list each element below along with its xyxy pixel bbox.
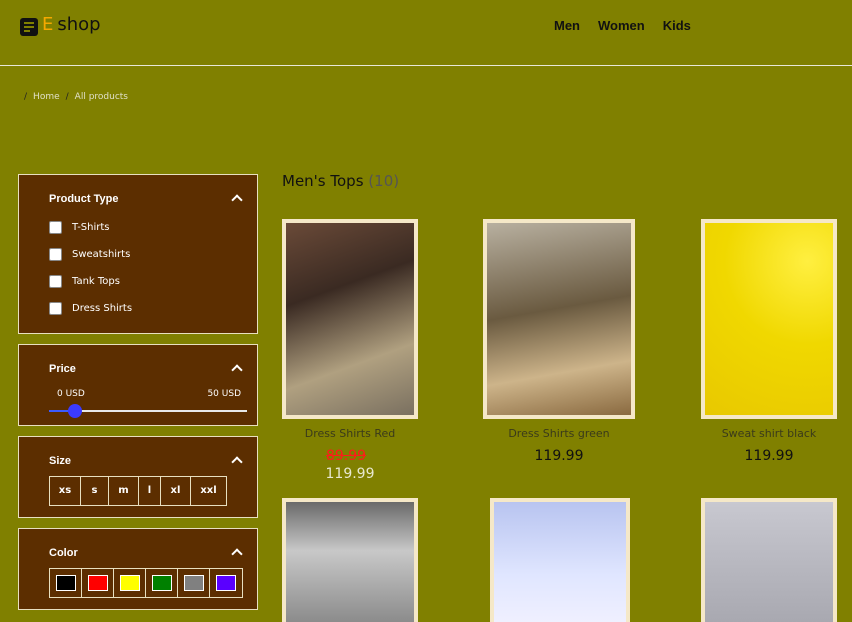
filter-title: Price	[49, 363, 76, 375]
filter-product-type: Product Type T-Shirts Sweatshirts Tank T…	[18, 174, 258, 334]
product-sale-price: 89.99	[325, 448, 367, 464]
size-options: xs s m l xl xxl	[49, 476, 227, 506]
price-range-labels: 0 USD 50 USD	[57, 389, 241, 399]
product-photo	[286, 502, 414, 622]
size-option-xxl[interactable]: xxl	[191, 477, 226, 505]
product-photo	[494, 502, 626, 622]
checkbox-label: Tank Tops	[72, 276, 120, 287]
checkbox-row[interactable]: T-Shirts	[49, 221, 110, 234]
price-slider-thumb[interactable]	[67, 404, 82, 418]
checkbox[interactable]	[49, 275, 62, 288]
checkbox-label: Sweatshirts	[72, 249, 131, 260]
nav-men[interactable]: Men	[554, 18, 580, 33]
color-swatch-blue[interactable]	[210, 569, 242, 597]
product-image[interactable]	[282, 498, 418, 622]
color-swatch-grey[interactable]	[178, 569, 210, 597]
nav-kids[interactable]: Kids	[663, 18, 691, 33]
logo-name: shop	[57, 14, 101, 35]
breadcrumb: / Home / All products	[24, 92, 128, 102]
menu-list-icon	[20, 18, 38, 36]
main-nav: Men Women Kids	[554, 18, 709, 33]
product-price: 119.99	[744, 448, 794, 464]
checkbox[interactable]	[49, 248, 62, 261]
color-swatch-yellow[interactable]	[114, 569, 146, 597]
product-image[interactable]	[282, 219, 418, 419]
size-option-m[interactable]: m	[109, 477, 139, 505]
product-photo	[705, 502, 833, 622]
price-min-label: 0 USD	[57, 389, 85, 399]
product-image[interactable]	[701, 219, 837, 419]
chevron-up-icon[interactable]	[231, 364, 243, 376]
product-image[interactable]	[483, 219, 635, 419]
breadcrumb-separator: /	[24, 92, 28, 102]
checkbox[interactable]	[49, 302, 62, 315]
product-photo	[286, 223, 414, 415]
filter-price: Price 0 USD 50 USD	[18, 344, 258, 426]
product-photo	[487, 223, 631, 415]
filter-title: Size	[49, 455, 72, 467]
product-price: 119.99	[325, 466, 375, 482]
chevron-up-icon[interactable]	[231, 548, 243, 560]
logo-letter: E	[42, 14, 54, 35]
filter-color: Color	[18, 528, 258, 610]
color-swatch-green[interactable]	[146, 569, 178, 597]
filter-title: Product Type	[49, 193, 119, 205]
color-swatches	[49, 568, 243, 598]
product-name[interactable]: Sweat shirt black	[701, 427, 837, 440]
checkbox-row[interactable]: Dress Shirts	[49, 302, 132, 315]
product-name[interactable]: Dress Shirts Red	[282, 427, 418, 440]
checkbox[interactable]	[49, 221, 62, 234]
price-max-label: 50 USD	[207, 389, 241, 399]
logo[interactable]: E shop	[20, 14, 101, 36]
nav-women[interactable]: Women	[598, 18, 645, 33]
size-option-xl[interactable]: xl	[161, 477, 191, 505]
category-name: Men's Tops	[282, 172, 364, 190]
size-option-xs[interactable]: xs	[50, 477, 81, 505]
chevron-up-icon[interactable]	[231, 456, 243, 468]
product-image[interactable]	[490, 498, 630, 622]
product-name[interactable]: Dress Shirts green	[483, 427, 635, 440]
category-title: Men's Tops (10)	[282, 172, 399, 190]
color-swatch-red[interactable]	[82, 569, 114, 597]
breadcrumb-all-products[interactable]: All products	[75, 92, 128, 102]
color-swatch-black[interactable]	[50, 569, 82, 597]
size-option-s[interactable]: s	[81, 477, 109, 505]
breadcrumb-home[interactable]: Home	[33, 92, 60, 102]
filter-title: Color	[49, 547, 78, 559]
filter-size: Size xs s m l xl xxl	[18, 436, 258, 518]
chevron-up-icon[interactable]	[231, 194, 243, 206]
product-price: 119.99	[534, 448, 584, 464]
checkbox-row[interactable]: Sweatshirts	[49, 248, 130, 261]
price-slider[interactable]	[49, 404, 247, 418]
breadcrumb-separator: /	[65, 92, 69, 102]
size-option-l[interactable]: l	[139, 477, 161, 505]
checkbox-label: T-Shirts	[72, 222, 110, 233]
header-divider	[0, 65, 852, 66]
checkbox-row[interactable]: Tank Tops	[49, 275, 120, 288]
product-image[interactable]	[701, 498, 837, 622]
product-photo	[705, 223, 833, 415]
checkbox-label: Dress Shirts	[72, 303, 133, 314]
category-count: (10)	[368, 172, 400, 190]
